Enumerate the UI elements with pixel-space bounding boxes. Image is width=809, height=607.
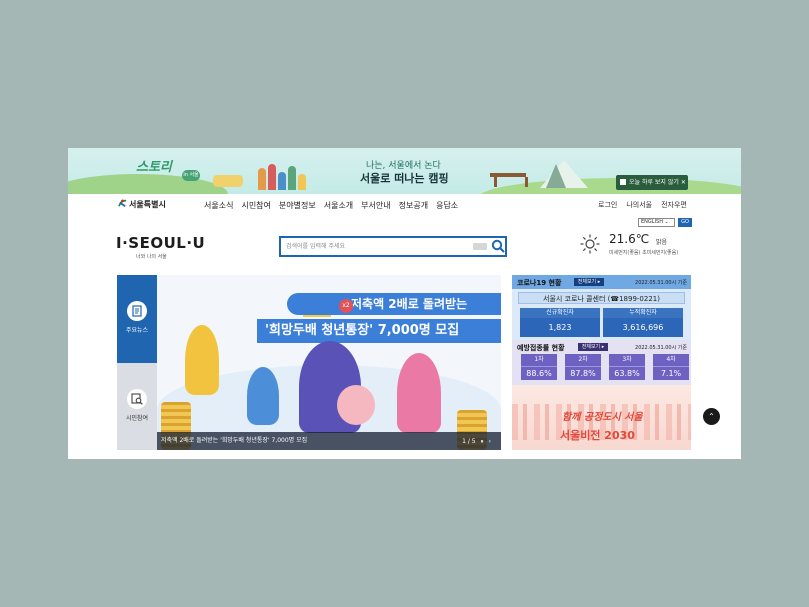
piggy-bank-illustration <box>337 385 375 425</box>
stat-value: 3,616,696 <box>603 318 683 337</box>
seoul-logo-icon <box>118 199 127 207</box>
fine-dust-status: 미세먼지(좋음) 초미세먼지(좋음) <box>609 250 679 256</box>
menu-item-about-seoul[interactable]: 서울소개 <box>324 200 353 211</box>
story-badge: in 서울 <box>182 170 200 181</box>
covid-callcenter: 서울시 코로나 콜센터 (☎1899-0221) <box>518 292 685 304</box>
menu-item-info-by-field[interactable]: 분야별정보 <box>279 200 316 211</box>
covid-date: 2022.05.31.00시 기준 <box>635 280 687 286</box>
vax-dose-3: 3차 63.8% <box>609 354 645 380</box>
dose-rate: 7.1% <box>653 366 689 380</box>
person-illustration <box>397 353 441 433</box>
menu-item-departments[interactable]: 부서안내 <box>361 200 390 211</box>
story-logo: 스토리 <box>136 160 172 175</box>
search-doc-icon <box>127 389 147 409</box>
people-illustration <box>258 162 306 190</box>
hero-banner[interactable]: 저축액 2배로 돌려받는 x2 '희망두배 청년통장' 7,000명 모집 저축… <box>157 275 501 450</box>
new-cases-stat: 신규확진자 1,823 <box>520 308 600 337</box>
tab-main-news[interactable]: 주요뉴스 <box>117 275 169 363</box>
main-menu: 서울소식 시민참여 분야별정보 서울소개 부서안내 정보공개 응답소 <box>204 200 458 211</box>
stat-label: 신규확진자 <box>520 308 600 318</box>
my-seoul-link[interactable]: 나의서울 <box>626 200 652 210</box>
hero-title-line2: '희망두배 청년통장' 7,000명 모집 <box>257 319 501 343</box>
search-icon[interactable] <box>491 239 505 254</box>
language-go-button[interactable]: GO <box>678 218 692 227</box>
language-select-value: ENGLISH <box>641 219 663 225</box>
stat-value: 1,823 <box>520 318 600 337</box>
vaccination-panel: 예방접종률 현황 전체보기 ▸ 2022.05.31.00시 기준 1차 88.… <box>512 340 691 385</box>
slide-pager: 1 / 5 ⏸ › <box>462 438 491 446</box>
language-selector: ENGLISH ⌄ GO <box>638 218 692 227</box>
x2-badge: x2 <box>339 299 353 313</box>
vax-stats: 1차 88.6% 2차 87.8% 3차 63.8% 4차 7.1% <box>521 354 689 380</box>
covid-status-panel: 코로나19 현황 전체보기 ▸ 2022.05.31.00시 기준 서울시 코로… <box>512 275 691 340</box>
weather-condition: 맑음 <box>656 239 668 246</box>
vax-dose-4: 4차 7.1% <box>653 354 689 380</box>
scroll-to-top-icon[interactable]: ⌃ <box>703 408 720 425</box>
global-nav: 서울특별시 서울소식 시민참여 분야별정보 서울소개 부서안내 정보공개 응답소… <box>68 194 741 218</box>
news-icon <box>127 301 147 321</box>
brand-tagline: 너와 나의 서울 <box>136 254 167 260</box>
close-today-label: 오늘 하루 보지 않기 <box>629 179 679 186</box>
seoul-vision-banner[interactable]: 함께 공정도시 서울 서울비전 2030 <box>512 385 691 450</box>
tent-illustration <box>546 164 566 188</box>
pause-icon[interactable]: ⏸ <box>481 438 484 446</box>
vax-dose-2: 2차 87.8% <box>565 354 601 380</box>
hill-decoration <box>68 174 228 194</box>
content-tabs: 주요뉴스 시민참여 <box>117 275 169 450</box>
van-illustration <box>213 175 243 187</box>
next-icon[interactable]: › <box>489 438 491 446</box>
hero-caption: 저축액 2배로 돌려받는 '희망두배 청년통장' 7,000명 모집 <box>157 432 501 450</box>
brand-title: I·SEOUL·U <box>116 234 206 252</box>
person-illustration <box>185 325 219 395</box>
keyboard-icon[interactable] <box>473 243 487 250</box>
covid-title: 코로나19 현황 <box>517 279 562 287</box>
vax-title: 예방접종률 현황 <box>517 344 565 352</box>
total-cases-stat: 누적확진자 3,616,696 <box>603 308 683 337</box>
vax-dose-1: 1차 88.6% <box>521 354 557 380</box>
search-box: 검색어를 입력해 주세요 <box>279 236 507 257</box>
dose-label: 3차 <box>609 354 645 366</box>
temperature: 21.6℃ <box>609 232 650 246</box>
login-link[interactable]: 로그인 <box>598 200 617 210</box>
picnic-table-illustration <box>490 173 528 187</box>
menu-item-participation[interactable]: 시민참여 <box>241 200 270 211</box>
stat-label: 누적확진자 <box>603 308 683 318</box>
seoul-logo-text: 서울특별시 <box>129 200 166 209</box>
vax-date: 2022.05.31.00시 기준 <box>635 345 687 351</box>
search-input[interactable]: 검색어를 입력해 주세요 <box>286 241 345 250</box>
menu-item-eungdapso[interactable]: 응답소 <box>436 200 458 211</box>
dose-label: 1차 <box>521 354 557 366</box>
utility-menu: 로그인 나의서울 전자우편 <box>598 200 687 210</box>
covid-view-all-button[interactable]: 전체보기 ▸ <box>574 278 604 286</box>
vax-view-all-button[interactable]: 전체보기 ▸ <box>578 343 608 351</box>
seoul-homepage: 스토리 in 서울 나는, 서울에서 논다 서울로 떠나는 캠핑 오늘 하루 보… <box>68 148 741 459</box>
tab-label: 주요뉴스 <box>125 327 149 334</box>
email-link[interactable]: 전자우편 <box>661 200 687 210</box>
promo-banner[interactable]: 스토리 in 서울 나는, 서울에서 논다 서울로 떠나는 캠핑 오늘 하루 보… <box>68 148 741 194</box>
menu-item-open-info[interactable]: 정보공개 <box>399 200 428 211</box>
sun-icon <box>580 234 600 254</box>
close-today-button[interactable]: 오늘 하루 보지 않기 ✕ <box>616 175 688 190</box>
vision-slogan: 함께 공정도시 서울 <box>562 412 643 423</box>
dose-rate: 87.8% <box>565 366 601 380</box>
slide-counter: 1 / 5 <box>462 438 476 445</box>
covid-stats: 신규확진자 1,823 누적확진자 3,616,696 <box>520 308 683 337</box>
dose-rate: 63.8% <box>609 366 645 380</box>
dose-label: 4차 <box>653 354 689 366</box>
person-illustration <box>247 367 279 425</box>
dose-label: 2차 <box>565 354 601 366</box>
close-icon[interactable]: ✕ <box>681 179 686 186</box>
menu-item-news[interactable]: 서울소식 <box>204 200 233 211</box>
hero-title-line1: 저축액 2배로 돌려받는 <box>287 293 501 315</box>
dose-rate: 88.6% <box>521 366 557 380</box>
tab-label: 시민참여 <box>125 415 149 422</box>
checkbox-icon[interactable] <box>620 179 626 185</box>
iseoulu-brand[interactable]: I·SEOUL·U 너와 나의 서울 <box>116 234 205 260</box>
tab-citizen-participation[interactable]: 시민참여 <box>117 363 157 450</box>
promo-title: 서울로 떠나는 캠핑 <box>360 172 449 185</box>
language-select[interactable]: ENGLISH ⌄ <box>638 218 675 227</box>
seoul-logo[interactable]: 서울특별시 <box>118 199 166 210</box>
vision-title: 서울비전 2030 <box>560 429 635 442</box>
